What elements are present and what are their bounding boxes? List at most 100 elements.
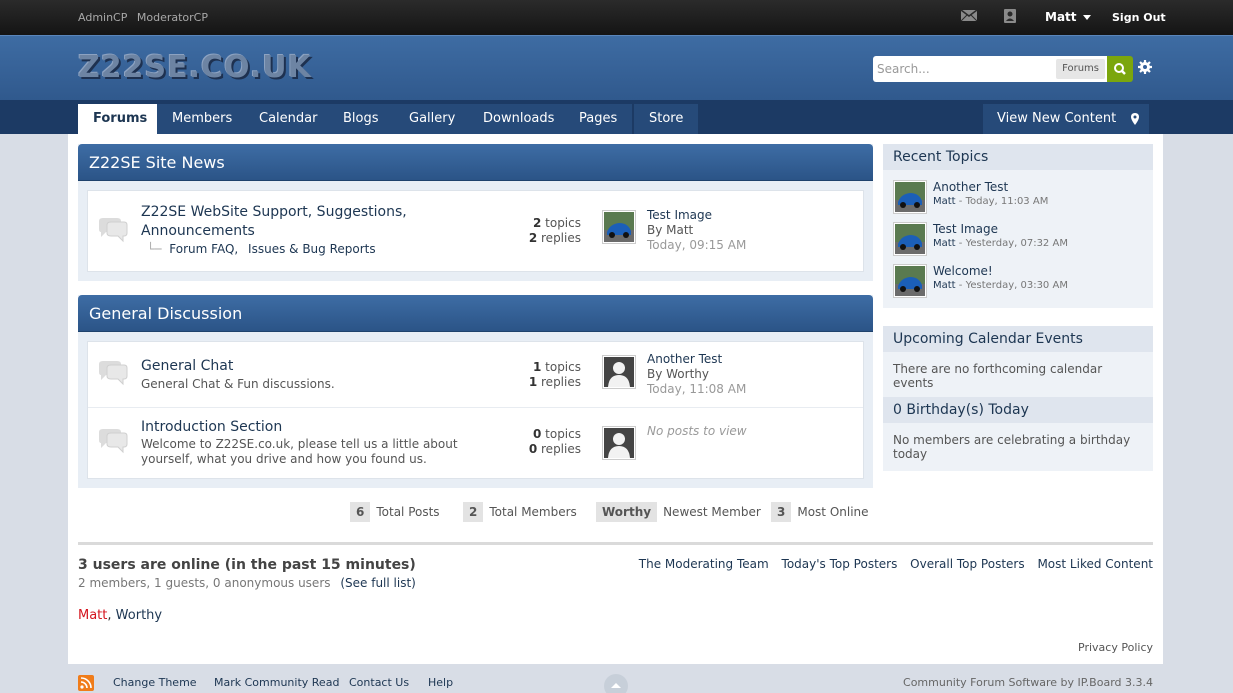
chat-bubble-icon	[97, 428, 129, 457]
back-to-top-button[interactable]	[604, 674, 628, 693]
reply-count: 2	[528, 231, 538, 245]
forum-title[interactable]: General Chat	[141, 358, 233, 374]
topic-count: 2	[532, 216, 542, 230]
tab-blogs[interactable]: Blogs	[328, 104, 394, 134]
user-menu[interactable]: Matt	[1045, 10, 1091, 24]
forum-title[interactable]: Introduction Section	[141, 419, 282, 435]
last-post-title[interactable]: Another Test	[647, 352, 746, 367]
main-nav: Forums Members Calendar Blogs Gallery Do…	[0, 100, 1233, 134]
topic-author-link[interactable]: Matt	[933, 196, 956, 207]
online-user-link[interactable]: Matt	[78, 608, 107, 623]
online-user-list: Matt, Worthy	[78, 608, 162, 623]
topic-count: 0	[532, 427, 542, 441]
moderatorcp-link[interactable]: ModeratorCP	[137, 11, 208, 24]
recent-topic-item: Welcome! Matt - Yesterday, 03:30 AM	[893, 264, 1143, 306]
forum-stats: 0 topics 0 replies	[529, 427, 581, 457]
reports-icon[interactable]	[1003, 8, 1017, 27]
total-posts-count: 6	[350, 502, 371, 522]
recent-topic-title[interactable]: Another Test	[933, 180, 1008, 194]
forum-list: General Chat General Chat & Fun discussi…	[87, 341, 864, 479]
see-full-list-link[interactable]: (See full list)	[340, 576, 416, 590]
username-label: Matt	[1045, 10, 1077, 24]
online-heading: 3 users are online (in the past 15 minut…	[78, 557, 416, 573]
most-liked-content-link[interactable]: Most Liked Content	[1037, 557, 1153, 571]
top-bar: AdminCP ModeratorCP Matt Sign Out	[0, 0, 1233, 35]
last-post-author[interactable]: By Matt	[647, 223, 746, 238]
change-theme-link[interactable]: Change Theme	[113, 676, 197, 689]
tab-gallery[interactable]: Gallery	[394, 104, 471, 134]
chat-bubble-icon	[97, 217, 129, 246]
search-input[interactable]: Search... Forums	[873, 56, 1107, 82]
most-online-label: Most Online	[797, 505, 869, 519]
forum-description: Welcome to Z22SE.co.uk, please tell us a…	[141, 437, 458, 467]
category-title[interactable]: Z22SE Site News	[78, 144, 873, 181]
recent-topic-meta: Matt - Yesterday, 07:32 AM	[933, 238, 1068, 249]
copyright-text[interactable]: Community Forum Software by IP.Board 3.3…	[903, 676, 1153, 689]
privacy-policy-link[interactable]: Privacy Policy	[1078, 641, 1153, 654]
topic-date: - Yesterday, 03:30 AM	[955, 280, 1068, 291]
most-online-count: 3	[771, 502, 792, 522]
recent-topic-title[interactable]: Welcome!	[933, 264, 993, 278]
gear-icon[interactable]	[1138, 60, 1152, 77]
map-pin-icon	[1131, 112, 1139, 125]
newest-member-label: Newest Member	[663, 505, 761, 519]
chat-bubble-icon	[97, 360, 129, 389]
topic-author-link[interactable]: Matt	[933, 238, 956, 249]
board-stat-total-members: 2 Total Members	[463, 502, 577, 522]
reply-count: 0	[528, 442, 538, 456]
moderating-team-link[interactable]: The Moderating Team	[639, 557, 769, 571]
topic-thumbnail[interactable]	[893, 180, 927, 214]
subforum-link[interactable]: Issues & Bug Reports	[248, 242, 376, 256]
stats-links: The Moderating Team Today's Top Posters …	[630, 557, 1153, 571]
admincp-link[interactable]: AdminCP	[78, 11, 127, 24]
total-members-count: 2	[463, 502, 484, 522]
tab-calendar[interactable]: Calendar	[244, 104, 333, 134]
category-title[interactable]: General Discussion	[78, 295, 873, 332]
avatar	[602, 426, 636, 460]
contact-us-link[interactable]: Contact Us	[349, 676, 409, 689]
view-new-content-button[interactable]: View New Content	[983, 104, 1131, 134]
avatar[interactable]	[602, 355, 636, 389]
mark-community-read-link[interactable]: Mark Community Read	[214, 676, 339, 689]
last-post-author[interactable]: By Worthy	[647, 367, 746, 382]
forum-list: Z22SE WebSite Support, Suggestions, Anno…	[87, 190, 864, 272]
tab-pages[interactable]: Pages	[564, 104, 633, 134]
location-button[interactable]	[1121, 104, 1149, 134]
forum-title-line: Announcements	[141, 223, 255, 239]
recent-topic-title[interactable]: Test Image	[933, 222, 998, 236]
calendar-events-block: Upcoming Calendar Events There are no fo…	[883, 326, 1153, 400]
search-scope-button[interactable]: Forums	[1056, 59, 1105, 79]
last-post-thumbnail[interactable]	[602, 210, 636, 244]
tab-forums[interactable]: Forums	[78, 104, 163, 134]
topic-author-link[interactable]: Matt	[933, 280, 956, 291]
todays-top-posters-link[interactable]: Today's Top Posters	[782, 557, 898, 571]
newest-member-name[interactable]: Worthy	[596, 502, 658, 522]
tab-store[interactable]: Store	[634, 104, 699, 134]
forum-row: Z22SE WebSite Support, Suggestions, Anno…	[88, 191, 863, 271]
topic-thumbnail[interactable]	[893, 222, 927, 256]
envelope-icon[interactable]	[960, 8, 978, 25]
overall-top-posters-link[interactable]: Overall Top Posters	[910, 557, 1024, 571]
site-logo[interactable]: Z22SE.CO.UK	[78, 50, 312, 85]
subforum-link[interactable]: Forum FAQ	[169, 242, 234, 256]
help-link[interactable]: Help	[428, 676, 453, 689]
tab-downloads[interactable]: Downloads	[468, 104, 570, 134]
forum-title[interactable]: Z22SE WebSite Support, Suggestions, Anno…	[141, 203, 407, 241]
forum-description-line: Welcome to Z22SE.co.uk, please tell us a…	[141, 437, 458, 451]
board-stat-newest-member: Worthy Newest Member	[596, 502, 761, 522]
sign-out-link[interactable]: Sign Out	[1112, 11, 1166, 24]
topics-label: topics	[545, 427, 581, 441]
recent-topic-item: Another Test Matt - Today, 11:03 AM	[893, 180, 1143, 222]
search-button[interactable]	[1107, 56, 1133, 82]
total-members-label: Total Members	[489, 505, 577, 519]
search-icon	[1114, 63, 1126, 75]
admin-links: AdminCP ModeratorCP	[78, 11, 214, 24]
recent-topics-block: Recent Topics Another Test Matt - Today,…	[883, 144, 1153, 308]
main-content: Z22SE Site News Z22SE WebSite Support, S…	[68, 134, 1163, 664]
board-stat-most-online: 3 Most Online	[771, 502, 869, 522]
online-user-link[interactable]: Worthy	[116, 608, 162, 623]
rss-icon[interactable]	[78, 675, 94, 691]
topic-thumbnail[interactable]	[893, 264, 927, 298]
last-post-title[interactable]: Test Image	[647, 208, 746, 223]
tab-members[interactable]: Members	[157, 104, 248, 134]
